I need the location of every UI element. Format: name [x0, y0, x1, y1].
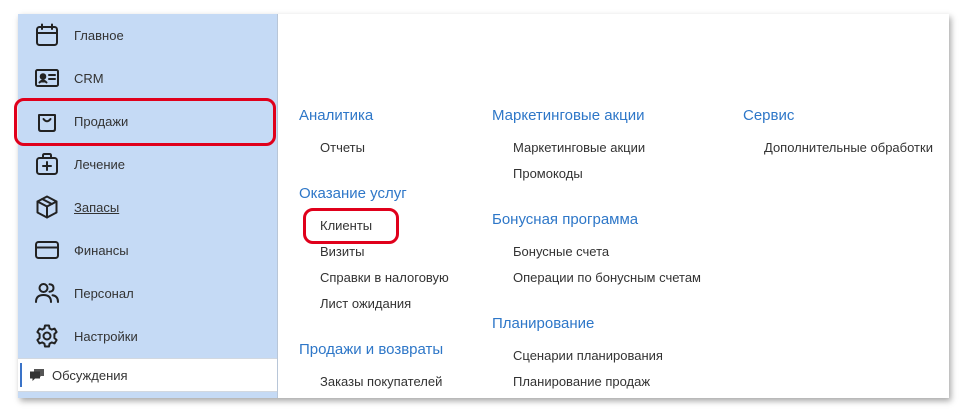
link-customer-orders[interactable]: Заказы покупателей — [320, 374, 442, 389]
group-title-services: Оказание услуг — [299, 185, 407, 202]
sidebar-item-label: Запасы — [74, 200, 120, 215]
active-indicator — [20, 363, 22, 387]
box-icon — [34, 194, 60, 220]
sidebar-item-label: Лечение — [74, 157, 126, 172]
group-title-planning: Планирование — [492, 315, 595, 332]
group-title-service: Сервис — [743, 107, 795, 124]
sidebar-item-inventory[interactable]: Запасы — [18, 186, 277, 229]
group-title-sales-returns: Продажи и возвраты — [299, 341, 444, 358]
sidebar-item-crm[interactable]: CRM — [18, 57, 277, 100]
link-additional-processing[interactable]: Дополнительные обработки — [764, 140, 933, 155]
sidebar: Главное CRM Продажи Лечение Запасы Финан… — [18, 14, 278, 398]
link-marketing-campaigns[interactable]: Маркетинговые акции — [513, 140, 645, 155]
calendar-icon — [34, 22, 60, 48]
sidebar-item-settings[interactable]: Настройки — [18, 315, 277, 358]
sidebar-item-label: CRM — [74, 71, 104, 86]
link-bonus-accounts[interactable]: Бонусные счета — [513, 244, 609, 259]
link-reports[interactable]: Отчеты — [320, 140, 365, 155]
link-waiting-list[interactable]: Лист ожидания — [320, 296, 411, 311]
gear-icon — [34, 323, 60, 349]
discussions-label: Обсуждения — [52, 367, 128, 383]
sidebar-item-label: Финансы — [74, 243, 129, 258]
section-content: Аналитика Отчеты Оказание услуг Клиенты … — [278, 14, 949, 398]
app-window: Главное CRM Продажи Лечение Запасы Финан… — [18, 14, 949, 398]
shopping-bag-icon — [34, 108, 60, 134]
chat-bubbles-icon — [29, 367, 45, 383]
contact-card-icon — [34, 65, 60, 91]
link-bonus-operations[interactable]: Операции по бонусным счетам — [513, 270, 701, 285]
link-clients[interactable]: Клиенты — [320, 218, 372, 233]
link-promo-codes[interactable]: Промокоды — [513, 166, 583, 181]
discussions-panel[interactable]: Обсуждения — [18, 358, 277, 392]
group-title-analytics: Аналитика — [299, 107, 374, 124]
group-title-marketing: Маркетинговые акции — [492, 107, 645, 124]
link-visits[interactable]: Визиты — [320, 244, 364, 259]
link-tax-certificates[interactable]: Справки в налоговую — [320, 270, 449, 285]
sidebar-item-main[interactable]: Главное — [18, 14, 277, 57]
sidebar-item-label: Главное — [74, 28, 124, 43]
medical-kit-icon — [34, 151, 60, 177]
sidebar-item-label: Персонал — [74, 286, 134, 301]
link-planning-scenarios[interactable]: Сценарии планирования — [513, 348, 663, 363]
sidebar-item-label: Настройки — [74, 329, 138, 344]
group-title-bonus-program: Бонусная программа — [492, 211, 639, 228]
people-icon — [34, 280, 60, 306]
credit-card-icon — [34, 237, 60, 263]
link-sales-planning[interactable]: Планирование продаж — [513, 374, 650, 389]
sidebar-item-label: Продажи — [74, 114, 129, 129]
sidebar-item-sales[interactable]: Продажи — [18, 100, 277, 143]
sidebar-item-staff[interactable]: Персонал — [18, 272, 277, 315]
sidebar-item-finance[interactable]: Финансы — [18, 229, 277, 272]
sidebar-item-treatment[interactable]: Лечение — [18, 143, 277, 186]
